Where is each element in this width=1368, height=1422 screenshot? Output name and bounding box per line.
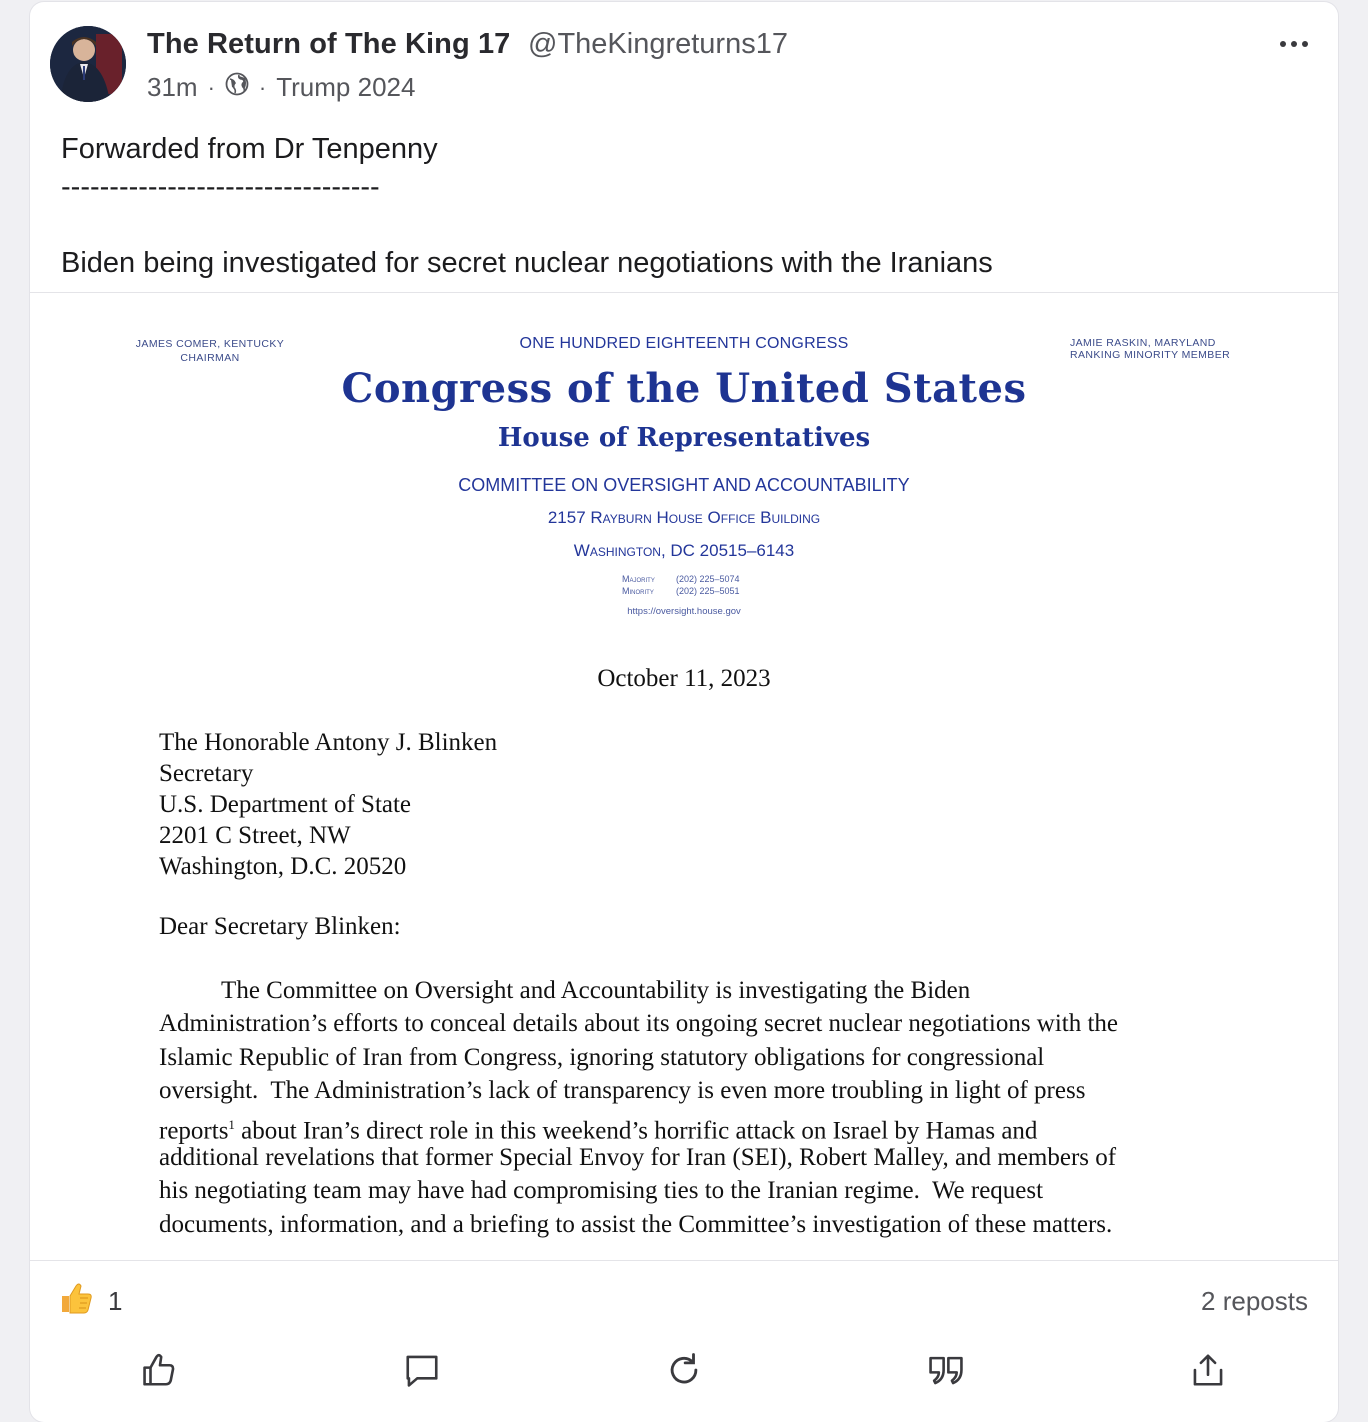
attached-letter-image[interactable]: JAMES COMER, KENTUCKY CHAIRMAN JAMIE RAS… xyxy=(30,293,1338,1260)
post-time[interactable]: 31m xyxy=(147,72,198,103)
post-text-line: Forwarded from Dr Tenpenny xyxy=(61,133,438,165)
body-line: Islamic Republic of Iran from Congress, … xyxy=(159,1043,1045,1071)
congress-title: Congress of the United States xyxy=(341,365,1027,412)
more-options-icon[interactable] xyxy=(1280,32,1316,56)
action-bar xyxy=(30,1342,1338,1396)
recipient-address: The Honorable Antony J. Blinken Secretar… xyxy=(159,727,497,882)
post-meta: 31m · · Trump 2024 xyxy=(147,72,415,103)
letter-body: The Committee on Oversight and Accountab… xyxy=(159,974,1219,1241)
meta-separator: · xyxy=(207,74,215,100)
post-text-line xyxy=(61,206,1311,244)
recipient-line: The Honorable Antony J. Blinken xyxy=(159,729,498,756)
recipient-line: Secretary xyxy=(159,760,254,787)
office-address: 2157 Rayburn House Office Building xyxy=(547,508,821,527)
office-city: Washington, DC 20515–6143 xyxy=(573,541,795,560)
chairman-title: CHAIRMAN xyxy=(180,352,240,364)
committee-name: COMMITTEE ON OVERSIGHT AND ACCOUNTABILIT… xyxy=(458,475,910,495)
post-text-line: Biden being investigated for secret nucl… xyxy=(61,247,993,279)
post-text: Forwarded from Dr Tenpenny -------------… xyxy=(61,130,1311,282)
body-line: oversight. The Administration’s lack of … xyxy=(159,1077,1086,1105)
recipient-line: 2201 C Street, NW xyxy=(159,822,351,849)
recipient-line: Washington, D.C. 20520 xyxy=(159,853,407,880)
body-line: documents, information, and a briefing t… xyxy=(159,1210,1113,1238)
body-line: The Committee on Oversight and Accountab… xyxy=(159,977,971,1004)
post-card: The Return of The King 17 @TheKingreturn… xyxy=(30,2,1338,1422)
body-line: Administration’s efforts to conceal deta… xyxy=(159,1010,1119,1038)
minority-label: Minority xyxy=(622,586,654,596)
body-line: additional revelations that former Speci… xyxy=(159,1143,1117,1171)
author-name[interactable]: The Return of The King 17 xyxy=(147,28,510,61)
recipient-line: U.S. Department of State xyxy=(159,791,412,818)
majority-label: Majority xyxy=(622,574,655,584)
thumbs-up-icon xyxy=(143,1353,175,1386)
reaction-summary[interactable]: 1 xyxy=(58,1280,122,1323)
letter-date: October 11, 2023 xyxy=(597,665,771,692)
post-text-line: --------------------------------- xyxy=(61,171,380,203)
share-button[interactable] xyxy=(1186,1348,1230,1392)
phone-numbers: Majority (202) 225–5074 Minority (202) 2… xyxy=(622,573,740,597)
globe-icon xyxy=(225,72,249,103)
reaction-count: 1 xyxy=(108,1286,123,1316)
body-line-rest: about Iran’s direct role in this weekend… xyxy=(241,1116,1038,1144)
like-button[interactable] xyxy=(138,1348,182,1392)
minority-phone: (202) 225–5051 xyxy=(676,586,740,596)
meta-separator: · xyxy=(258,74,267,100)
repost-count[interactable]: 2 reposts xyxy=(1201,1286,1308,1317)
quote-icon xyxy=(929,1356,963,1385)
author-avatar[interactable] xyxy=(50,26,126,102)
post-group[interactable]: Trump 2024 xyxy=(276,72,415,103)
author-handle[interactable]: @TheKingreturns17 xyxy=(528,28,788,61)
body-line: reports1 about Iran’s direct role in thi… xyxy=(159,1108,1219,1144)
body-line: his negotiating team may have had compro… xyxy=(159,1177,1044,1205)
divider xyxy=(30,1260,1338,1261)
repost-icon xyxy=(670,1353,698,1384)
house-title: House of Representatives xyxy=(497,423,871,453)
majority-phone: (202) 225–5074 xyxy=(676,574,740,584)
salutation: Dear Secretary Blinken: xyxy=(159,913,401,940)
share-icon xyxy=(1193,1354,1223,1386)
footnote-mark: 1 xyxy=(228,1116,235,1132)
comment-button[interactable] xyxy=(400,1348,444,1392)
comment-icon xyxy=(406,1355,438,1387)
body-line-lead: reports xyxy=(159,1116,229,1144)
repost-button[interactable] xyxy=(662,1348,706,1392)
thumbs-up-emoji-icon xyxy=(58,1280,94,1323)
quote-button[interactable] xyxy=(924,1348,968,1392)
committee-url: https://oversight.house.gov xyxy=(627,606,741,617)
congress-number: ONE HUNDRED EIGHTEENTH CONGRESS xyxy=(519,335,849,352)
